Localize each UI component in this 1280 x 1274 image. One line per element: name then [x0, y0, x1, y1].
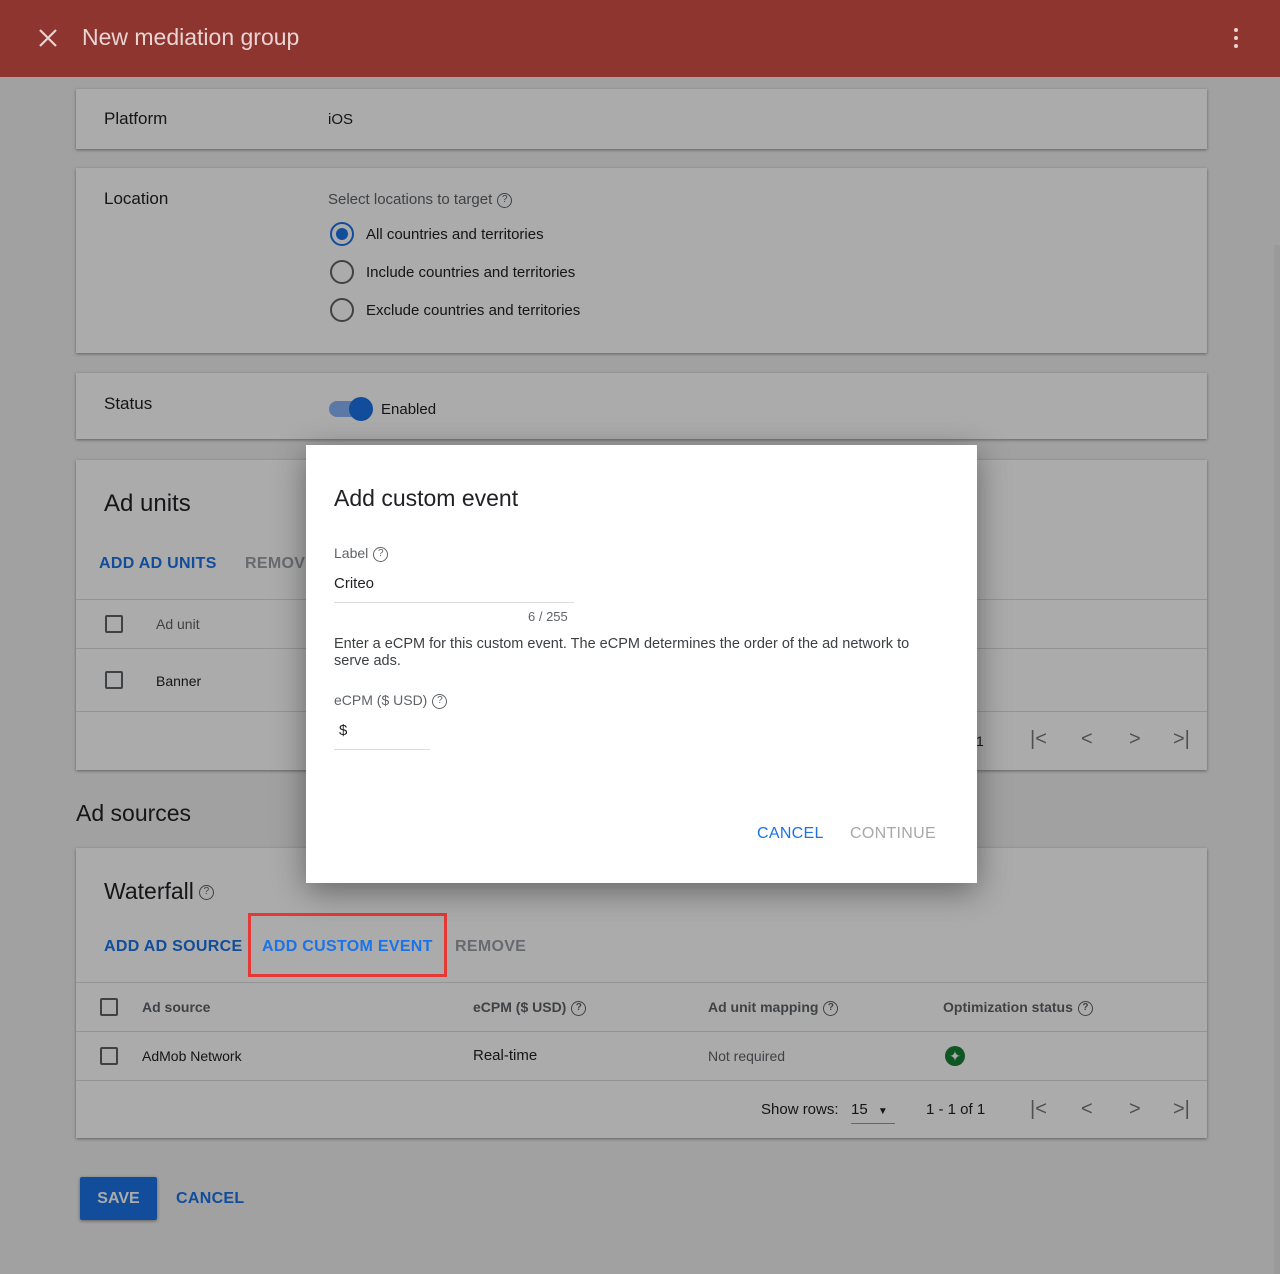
ecpm-field-label: eCPM ($ USD)	[334, 692, 428, 708]
dialog-description: Enter a eCPM for this custom event. The …	[334, 636, 910, 669]
more-vert-icon[interactable]	[1234, 28, 1240, 52]
add-custom-event-dialog: Add custom event Label? Criteo 6 / 255 E…	[306, 445, 977, 883]
label-input[interactable]: Criteo	[334, 575, 574, 603]
label-input-value: Criteo	[334, 575, 375, 592]
ecpm-input[interactable]: $	[334, 722, 430, 750]
currency-prefix: $	[339, 722, 348, 739]
add-custom-event-button[interactable]: ADD CUSTOM EVENT	[248, 913, 447, 977]
help-icon[interactable]: ?	[432, 693, 448, 709]
label-field-label: Label	[334, 545, 369, 561]
app-header: New mediation group	[0, 0, 1280, 77]
dialog-cancel-button[interactable]: CANCEL	[757, 825, 824, 843]
dialog-continue-button[interactable]: CONTINUE	[850, 825, 936, 843]
char-counter: 6 / 255	[528, 609, 568, 624]
help-icon[interactable]: ?	[373, 546, 389, 562]
close-icon[interactable]	[36, 26, 60, 50]
scrollbar[interactable]	[1274, 245, 1280, 1274]
dialog-title: Add custom event	[334, 485, 519, 511]
page-title: New mediation group	[82, 24, 300, 50]
